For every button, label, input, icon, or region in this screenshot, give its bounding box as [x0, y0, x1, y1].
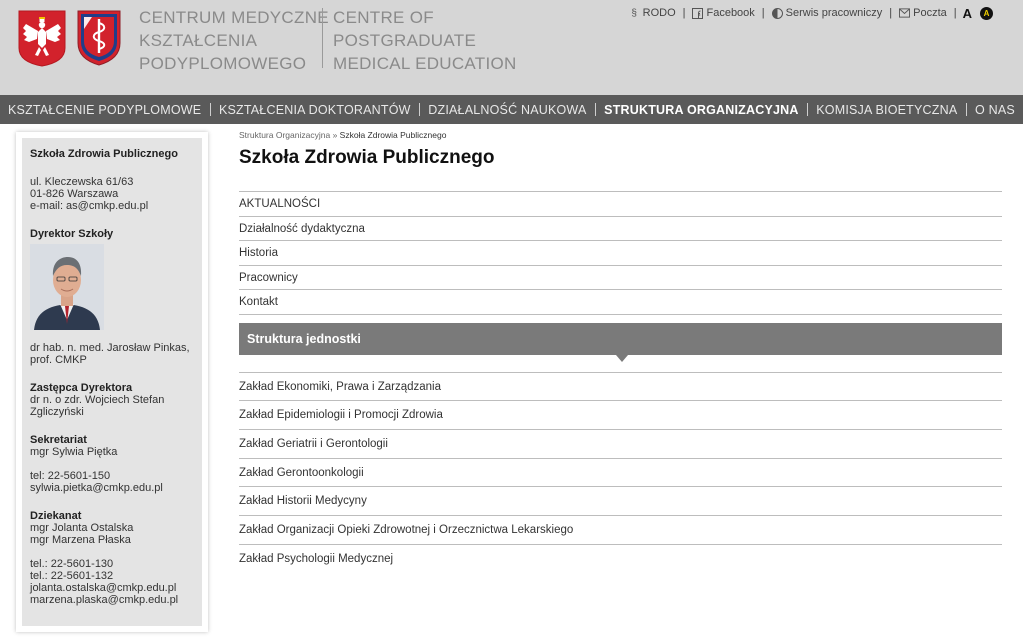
unit-item[interactable]: Zakład Historii Medycyny: [239, 487, 1002, 516]
deanery-phone: tel.: 22-5601-130: [30, 558, 114, 570]
nav-separator: [418, 103, 420, 116]
breadcrumb: Struktura Organizacyjna » Szkoła Zdrowia…: [239, 130, 1002, 141]
deputy-name-line: Zgliczyński: [30, 406, 84, 418]
page-title: Szkoła Zdrowia Publicznego: [239, 147, 495, 168]
deanery-heading: Dziekanat: [30, 510, 82, 522]
director-block: Dyrektor Szkoły dr hab. n. med. Jarosław…: [30, 228, 194, 366]
institution-name-en: CENTRE OF POSTGRADUATE MEDICAL EDUCATION: [333, 6, 517, 75]
polish-eagle-emblem-icon[interactable]: [18, 10, 66, 67]
nav-item-postgraduate[interactable]: KSZTAŁCENIE PODYPLOMOWE: [8, 103, 201, 117]
institution-name-en-line: CENTRE OF: [333, 8, 434, 27]
director-photo: [30, 244, 104, 330]
main-navigation: KSZTAŁCENIE PODYPLOMOWE KSZTAŁCENIA DOKT…: [0, 95, 1023, 124]
institution-name-en-line: MEDICAL EDUCATION: [333, 54, 517, 73]
institution-name-pl-line: CENTRUM MEDYCZNE: [139, 8, 329, 27]
mail-link[interactable]: Poczta: [892, 7, 954, 19]
facebook-link-label: Facebook: [706, 7, 755, 19]
facebook-link[interactable]: Facebook: [685, 7, 761, 19]
deanery-phone: tel.: 22-5601-132: [30, 570, 114, 582]
secretariat-email[interactable]: sylwia.pietka@cmkp.edu.pl: [30, 482, 194, 494]
address-line: ul. Kleczewska 61/63: [30, 176, 134, 188]
cmkp-logo-icon[interactable]: [76, 9, 122, 67]
font-size-toggle[interactable]: A: [957, 6, 976, 21]
menu-item-history[interactable]: Historia: [239, 241, 1002, 266]
nav-item-research[interactable]: DZIAŁALNOŚĆ NAUKOWA: [428, 103, 586, 117]
deputy-heading: Zastępca Dyrektora: [30, 382, 133, 394]
mail-link-label: Poczta: [913, 7, 947, 19]
unit-item[interactable]: Zakład Organizacji Opieki Zdrowotnej i O…: [239, 516, 1002, 545]
employee-service-link[interactable]: Serwis pracowniczy: [765, 7, 890, 19]
nav-item-bioethics[interactable]: KOMISJA BIOETYCZNA: [816, 103, 957, 117]
sidebar-title: Szkoła Zdrowia Publicznego: [30, 148, 178, 160]
unit-item[interactable]: Zakład Gerontoonkologii: [239, 459, 1002, 488]
nav-separator: [594, 103, 596, 116]
address-line: 01-826 Warszawa: [30, 188, 119, 200]
unit-item[interactable]: Zakład Geriatrii i Gerontologii: [239, 430, 1002, 459]
institution-name-en-line: POSTGRADUATE: [333, 31, 477, 50]
deanery-block: Dziekanat mgr Jolanta Ostalska mgr Marze…: [30, 510, 194, 606]
rodo-link[interactable]: § RODO: [622, 7, 683, 19]
nav-item-about[interactable]: O NAS: [975, 103, 1015, 117]
employee-service-link-label: Serwis pracowniczy: [785, 7, 883, 19]
institution-name-pl-line: PODYPLOMOWEGO: [139, 54, 307, 73]
structure-header: Struktura jednostki: [239, 322, 1002, 362]
institution-name-pl: CENTRUM MEDYCZNE KSZTAŁCENIA PODYPLOMOWE…: [139, 6, 329, 75]
deanery-name: mgr Jolanta Ostalska: [30, 522, 134, 534]
nav-item-doctoral[interactable]: KSZTAŁCENIA DOKTORANTÓW: [219, 103, 411, 117]
nav-separator: [806, 103, 808, 116]
nav-separator: [209, 103, 211, 116]
breadcrumb-link[interactable]: Struktura Organizacyjna: [239, 130, 330, 140]
deputy-name-line: dr n. o zdr. Wojciech Stefan: [30, 394, 165, 406]
caret-down-icon: [616, 354, 628, 362]
sidebar: Szkoła Zdrowia Publicznego ul. Kleczewsk…: [22, 138, 202, 626]
utility-links: § RODO | Facebook | Serwis pracowniczy |…: [622, 5, 993, 21]
deputy-block: Zastępca Dyrektora dr n. o zdr. Wojciech…: [30, 382, 194, 418]
rodo-link-label: RODO: [642, 7, 676, 19]
sidebar-card: Szkoła Zdrowia Publicznego ul. Kleczewsk…: [16, 132, 208, 632]
nav-separator: [965, 103, 967, 116]
director-name-line: dr hab. n. med. Jarosław Pinkas,: [30, 342, 190, 354]
menu-item-staff[interactable]: Pracownicy: [239, 266, 1002, 290]
mail-icon: [899, 8, 911, 19]
facebook-icon: [692, 7, 704, 19]
paragraph-icon: §: [631, 7, 637, 19]
section-menu: AKTUALNOŚCI Działalność dydaktyczna Hist…: [239, 191, 1002, 315]
menu-item-news[interactable]: AKTUALNOŚCI: [239, 192, 1002, 217]
director-heading: Dyrektor Szkoły: [30, 228, 114, 240]
unit-item[interactable]: Zakład Psychologii Medycznej: [239, 545, 1002, 574]
secretariat-heading: Sekretariat: [30, 434, 87, 446]
breadcrumb-current: Szkoła Zdrowia Publicznego: [339, 130, 447, 140]
address-block: ul. Kleczewska 61/63 01-826 Warszawa e-m…: [30, 176, 194, 212]
director-name-line: prof. CMKP: [30, 354, 87, 366]
structure-title: Struktura jednostki: [247, 331, 361, 346]
deanery-email[interactable]: jolanta.ostalska@cmkp.edu.pl: [30, 582, 194, 594]
institution-name-pl-line: KSZTAŁCENIA: [139, 31, 258, 50]
unit-item[interactable]: Zakład Ekonomiki, Prawa i Zarządzania: [239, 373, 1002, 402]
secretariat-phone: tel: 22-5601-150: [30, 470, 111, 482]
deanery-email[interactable]: marzena.plaska@cmkp.edu.pl: [30, 594, 194, 606]
breadcrumb-separator: »: [332, 130, 338, 140]
secretariat-block: Sekretariat mgr Sylwia Piętka tel: 22-56…: [30, 434, 194, 494]
site-header: CENTRUM MEDYCZNE KSZTAŁCENIA PODYPLOMOWE…: [0, 0, 1023, 95]
secretariat-name: mgr Sylwia Piętka: [30, 446, 118, 458]
deanery-name: mgr Marzena Płaska: [30, 534, 131, 546]
nav-item-structure[interactable]: STRUKTURA ORGANIZACYJNA: [604, 103, 798, 117]
unit-list: Zakład Ekonomiki, Prawa i Zarządzania Za…: [239, 371, 1002, 574]
menu-item-contact[interactable]: Kontakt: [239, 290, 1002, 315]
main-content: Struktura Organizacyjna » Szkoła Zdrowia…: [239, 130, 1002, 573]
portrait-illustration-icon: [30, 244, 104, 330]
brand-divider: [322, 8, 323, 68]
half-circle-icon: [771, 7, 783, 19]
email-line[interactable]: e-mail: as@cmkp.edu.pl: [30, 200, 194, 212]
high-contrast-toggle[interactable]: A: [980, 6, 993, 20]
unit-item[interactable]: Zakład Epidemiologii i Promocji Zdrowia: [239, 401, 1002, 430]
menu-item-teaching[interactable]: Działalność dydaktyczna: [239, 217, 1002, 241]
